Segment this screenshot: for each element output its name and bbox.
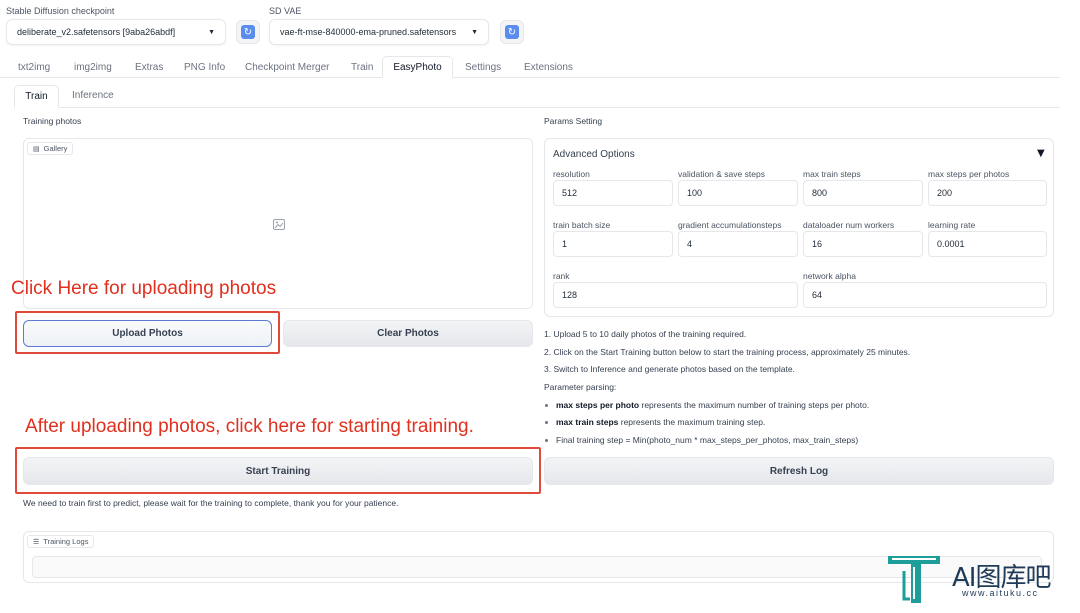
- tab-img2img[interactable]: img2img: [72, 62, 114, 73]
- bullet-dot: [545, 421, 548, 425]
- clear-photos-button[interactable]: Clear Photos: [283, 320, 533, 347]
- image-icon: ▤: [33, 145, 40, 153]
- network-alpha-label: network alpha: [803, 271, 856, 281]
- train-batch-size-input[interactable]: 1: [553, 231, 673, 257]
- gradient-accumulation-steps-input[interactable]: 4: [678, 231, 798, 257]
- tab-train[interactable]: Train: [349, 62, 375, 73]
- bullet-item: Final training step = Min(photo_num * ma…: [545, 435, 858, 445]
- watermark-url: www.aituku.cc: [962, 588, 1039, 598]
- tabs-divider: [0, 77, 1060, 78]
- watermark-logo: [884, 553, 944, 609]
- tab-txt2img[interactable]: txt2img: [16, 62, 52, 73]
- vae-label: SD VAE: [269, 6, 302, 16]
- subtab-train-label: Train: [25, 91, 48, 102]
- chevron-down-icon: ▼: [208, 28, 215, 36]
- checkpoint-value: deliberate_v2.safetensors [9aba26abdf]: [17, 27, 176, 37]
- tab-easyphoto[interactable]: EasyPhoto: [382, 56, 453, 78]
- instruction-2: 2. Click on the Start Training button be…: [544, 347, 911, 357]
- validation-save-steps-input[interactable]: 100: [678, 180, 798, 206]
- learning-rate-label: learning rate: [928, 220, 976, 230]
- tab-extensions[interactable]: Extensions: [522, 62, 575, 73]
- subtab-inference[interactable]: Inference: [70, 90, 116, 101]
- refresh-icon: ↻: [505, 25, 519, 39]
- checkpoint-label: Stable Diffusion checkpoint: [6, 6, 115, 16]
- params-setting-label: Params Setting: [544, 116, 603, 126]
- advanced-options-label[interactable]: Advanced Options: [553, 149, 635, 160]
- vae-value: vae-ft-mse-840000-ema-pruned.safetensors: [280, 27, 457, 37]
- checkpoint-select[interactable]: deliberate_v2.safetensors [9aba26abdf] ▼: [6, 19, 226, 45]
- bullet-item: max steps per photo represents the maxim…: [545, 400, 869, 410]
- upload-highlight-box: [15, 311, 280, 354]
- gradient-accumulation-steps-label: gradient accumulationsteps: [678, 220, 782, 230]
- dataloader-num-workers-label: dataloader num workers: [803, 220, 895, 230]
- instruction-3: 3. Switch to Inference and generate phot…: [544, 364, 795, 374]
- tab-easyphoto-label: EasyPhoto: [393, 62, 442, 73]
- resolution-input[interactable]: 512: [553, 180, 673, 206]
- vae-select[interactable]: vae-ft-mse-840000-ema-pruned.safetensors…: [269, 19, 489, 45]
- tab-png-info[interactable]: PNG Info: [182, 62, 227, 73]
- dataloader-num-workers-input[interactable]: 16: [803, 231, 923, 257]
- refresh-log-button[interactable]: Refresh Log: [544, 457, 1054, 485]
- network-alpha-input[interactable]: 64: [803, 282, 1047, 308]
- learning-rate-input[interactable]: 0.0001: [928, 231, 1047, 257]
- gallery-label: Gallery: [43, 144, 68, 153]
- bullet-item: max train steps represents the maximum t…: [545, 417, 765, 427]
- training-logs-label: Training Logs: [43, 537, 89, 546]
- vae-refresh-button[interactable]: ↻: [500, 20, 524, 44]
- subtabs-divider: [14, 107, 1060, 108]
- resolution-label: resolution: [553, 169, 590, 179]
- train-batch-size-label: train batch size: [553, 220, 611, 230]
- rank-label: rank: [553, 271, 570, 281]
- collapse-icon[interactable]: ▼: [1037, 148, 1045, 159]
- bullet-dot: [545, 439, 548, 443]
- max-train-steps-input[interactable]: 800: [803, 180, 923, 206]
- advanced-options-panel: Advanced Options ▼ resolution 512 valida…: [544, 138, 1054, 317]
- max-steps-per-photos-input[interactable]: 200: [928, 180, 1047, 206]
- chevron-down-icon: ▼: [471, 28, 478, 36]
- gallery-tag: ▤ Gallery: [27, 142, 74, 155]
- rank-input[interactable]: 128: [553, 282, 798, 308]
- training-note: We need to train first to predict, pleas…: [23, 498, 399, 508]
- start-hint-annotation: After uploading photos, click here for s…: [25, 416, 474, 437]
- training-logs-tag: ☰ Training Logs: [27, 535, 95, 548]
- validation-save-steps-label: validation & save steps: [678, 169, 765, 179]
- instruction-1: 1. Upload 5 to 10 daily photos of the tr…: [544, 329, 747, 339]
- tab-checkpoint-merger[interactable]: Checkpoint Merger: [243, 62, 331, 73]
- max-train-steps-label: max train steps: [803, 169, 861, 179]
- bullet-dot: [545, 404, 548, 408]
- start-highlight-box: [15, 447, 541, 494]
- tab-extras[interactable]: Extras: [133, 62, 165, 73]
- training-photos-label: Training photos: [23, 116, 82, 126]
- tab-settings[interactable]: Settings: [463, 62, 503, 73]
- checkpoint-refresh-button[interactable]: ↻: [236, 20, 260, 44]
- upload-hint-annotation: Click Here for uploading photos: [11, 278, 277, 299]
- max-steps-per-photos-label: max steps per photos: [928, 169, 1010, 179]
- image-placeholder-icon: [273, 219, 285, 230]
- refresh-icon: ↻: [241, 25, 255, 39]
- subtab-train[interactable]: Train: [14, 85, 59, 108]
- parameter-parsing-label: Parameter parsing:: [544, 382, 617, 392]
- text-icon: ☰: [33, 538, 40, 546]
